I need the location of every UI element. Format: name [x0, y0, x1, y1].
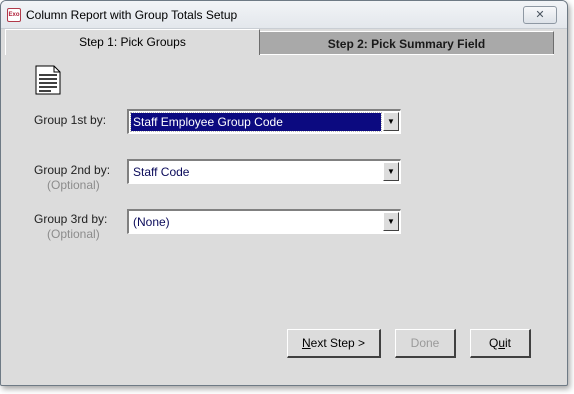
group-2-optional-hint: (Optional)	[47, 178, 100, 192]
group-3-dropdown-button[interactable]: ▼	[383, 212, 399, 231]
title-bar[interactable]: Exo Column Report with Group Totals Setu…	[1, 1, 567, 29]
quit-button[interactable]: Quit	[470, 329, 531, 358]
group-2-select[interactable]: Staff Code ▼	[127, 159, 401, 184]
group-1-label: Group 1st by:	[34, 113, 107, 127]
group-3-optional-hint: (Optional)	[47, 227, 100, 241]
window-title: Column Report with Group Totals Setup	[26, 8, 238, 22]
tab-pick-summary-field[interactable]: Step 2: Pick Summary Field	[260, 31, 554, 55]
close-icon: ✕	[535, 9, 545, 21]
report-document-icon	[35, 65, 61, 95]
setup-window: Exo Column Report with Group Totals Setu…	[0, 0, 568, 386]
group-3-label: Group 3rd by:	[34, 212, 108, 226]
group-1-select[interactable]: Staff Employee Group Code ▼	[127, 109, 401, 134]
tab-pick-groups[interactable]: Step 1: Pick Groups	[5, 29, 260, 55]
group-1-dropdown-button[interactable]: ▼	[383, 112, 399, 131]
next-step-label: ext Step >	[310, 336, 366, 350]
quit-label-end: it	[505, 336, 512, 350]
group-2-dropdown-button[interactable]: ▼	[383, 162, 399, 181]
next-step-button[interactable]: Next Step >	[287, 329, 381, 358]
close-button[interactable]: ✕	[523, 6, 557, 24]
done-label: Done	[410, 336, 440, 350]
tab-divider	[260, 54, 554, 55]
done-button[interactable]: Done	[395, 329, 456, 358]
chevron-down-icon: ▼	[387, 217, 395, 226]
app-icon: Exo	[7, 8, 21, 22]
chevron-down-icon: ▼	[387, 167, 395, 176]
quit-mnemonic: u	[498, 336, 506, 350]
group-2-value: Staff Code	[133, 165, 190, 179]
group-3-select[interactable]: (None) ▼	[127, 209, 401, 234]
quit-label-start: Q	[488, 336, 499, 350]
group-3-value: (None)	[133, 215, 170, 229]
group-1-value: Staff Employee Group Code	[130, 112, 382, 132]
chevron-down-icon: ▼	[387, 117, 395, 126]
next-step-mnemonic: N	[301, 336, 311, 350]
group-2-label: Group 2nd by:	[34, 163, 111, 177]
